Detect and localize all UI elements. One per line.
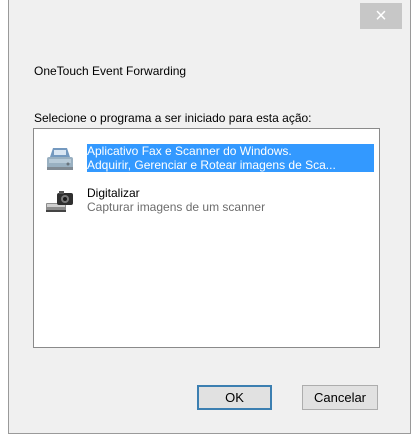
cancel-button[interactable]: Cancelar — [302, 385, 378, 410]
close-icon: × — [375, 5, 387, 27]
program-description: Adquirir, Gerenciar e Rotear imagens de … — [87, 158, 336, 172]
dialog-heading: OneTouch Event Forwarding — [34, 64, 187, 78]
program-description: Capturar imagens de um scanner — [87, 200, 266, 214]
program-name: Aplicativo Fax e Scanner do Windows. — [87, 144, 292, 158]
dialog-window: × OneTouch Event Forwarding Selecione o … — [8, 0, 411, 434]
list-item-digitalizar[interactable]: Digitalizar Capturar imagens de um scann… — [40, 181, 376, 219]
list-item-fax-scanner[interactable]: Aplicativo Fax e Scanner do Windows. Adq… — [40, 139, 376, 177]
instruction-label: Selecione o programa a ser iniciado para… — [34, 111, 312, 125]
program-list[interactable]: Aplicativo Fax e Scanner do Windows. Adq… — [33, 128, 380, 348]
title-bar: × — [9, 0, 410, 38]
ok-button[interactable]: OK — [197, 385, 272, 410]
close-button[interactable]: × — [360, 3, 402, 29]
camera-scanner-icon — [44, 185, 76, 217]
program-name: Digitalizar — [87, 186, 140, 200]
fax-scanner-icon — [44, 143, 76, 175]
